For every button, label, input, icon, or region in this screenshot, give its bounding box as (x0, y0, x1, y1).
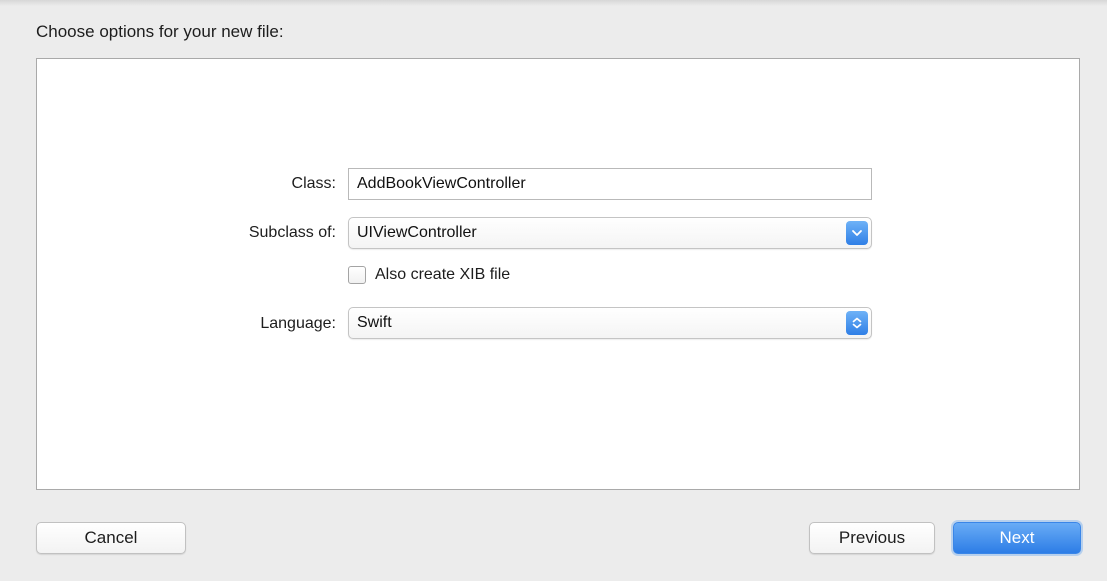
class-label: Class: (291, 175, 336, 192)
subclass-popup[interactable]: UIViewController (348, 217, 872, 249)
chevron-down-icon[interactable] (846, 221, 868, 245)
options-panel (36, 58, 1080, 490)
subclass-label: Subclass of: (248, 224, 336, 241)
dialog-heading: Choose options for your new file: (36, 22, 284, 41)
xib-checkbox-label[interactable]: Also create XIB file (375, 266, 510, 284)
subclass-value: UIViewController (357, 224, 477, 241)
next-button[interactable]: Next (953, 522, 1081, 554)
class-name-value: AddBookViewController (357, 175, 526, 192)
class-name-field[interactable]: AddBookViewController (348, 168, 872, 200)
cancel-button[interactable]: Cancel (36, 522, 186, 554)
language-value: Swift (357, 314, 392, 331)
sheet-top-edge (0, 0, 1107, 6)
language-popup[interactable]: Swift (348, 307, 872, 339)
previous-button[interactable]: Previous (809, 522, 935, 554)
language-label: Language: (260, 315, 336, 332)
xib-checkbox[interactable] (348, 266, 366, 284)
up-down-chevron-icon[interactable] (846, 311, 868, 335)
